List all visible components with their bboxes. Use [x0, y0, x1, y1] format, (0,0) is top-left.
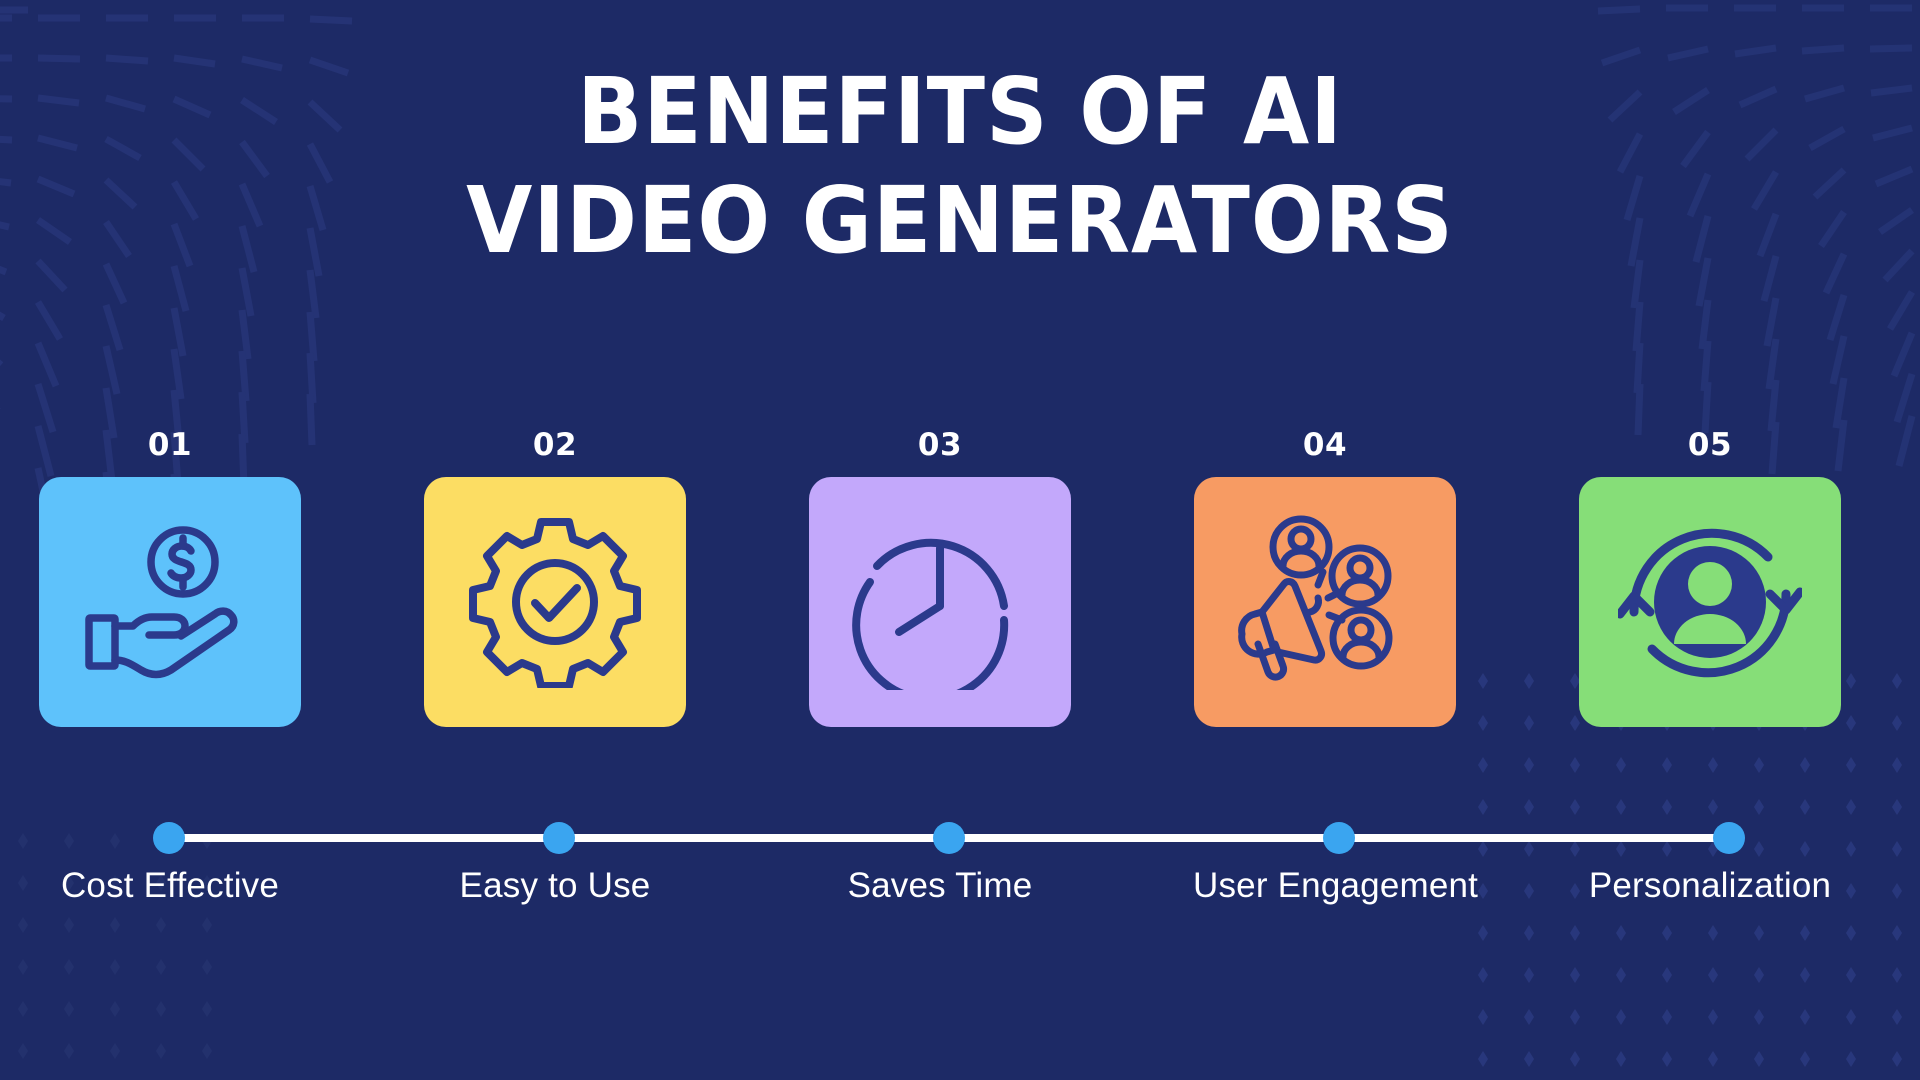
timeline-dot-4[interactable]: [1323, 822, 1355, 854]
clock-icon: [852, 538, 1009, 690]
benefit-card-2[interactable]: [424, 477, 686, 727]
gear-check-icon: [469, 518, 641, 688]
step-number-5: 05: [1687, 427, 1733, 463]
title-line-2: VIDEO GENERATORS: [466, 166, 1454, 274]
timeline-dot-2[interactable]: [543, 822, 575, 854]
dot-grid-pattern-bottomleft: [0, 820, 230, 1080]
timeline-dot-5[interactable]: [1713, 822, 1745, 854]
benefit-labels-row: Cost Effective Easy to Use Saves Time Us…: [38, 866, 1882, 906]
step-number-3: 03: [917, 427, 963, 463]
benefit-label-4: User Engagement: [1193, 866, 1479, 905]
user-refresh-icon: [1618, 528, 1802, 678]
benefit-item-5[interactable]: 05: [1578, 430, 1842, 727]
benefit-card-1[interactable]: [39, 477, 301, 727]
megaphone-users-icon: [1238, 515, 1393, 681]
timeline-dot-3[interactable]: [933, 822, 965, 854]
benefit-label-5: Personalization: [1588, 866, 1832, 905]
timeline: [0, 822, 1920, 854]
step-number-2: 02: [532, 427, 578, 463]
benefit-item-4[interactable]: 04: [1193, 430, 1457, 727]
benefit-item-3[interactable]: 03: [808, 430, 1072, 727]
timeline-dot-1[interactable]: [153, 822, 185, 854]
benefit-card-4[interactable]: [1194, 477, 1456, 727]
benefit-cards-row: 01 02 03 04 05: [38, 430, 1882, 727]
benefit-label-1: Cost Effective: [60, 866, 280, 905]
page-title: BENEFITS OF AI VIDEO GENERATORS: [0, 58, 1920, 275]
title-line-1: BENEFITS OF AI: [577, 58, 1343, 165]
step-number-1: 01: [147, 427, 193, 463]
infographic-poster: BENEFITS OF AI VIDEO GENERATORS 01 02 03…: [0, 0, 1920, 1080]
benefit-card-3[interactable]: [809, 477, 1071, 727]
benefit-label-3: Saves Time: [847, 866, 1033, 905]
benefit-label-2: Easy to Use: [459, 866, 651, 905]
benefit-card-5[interactable]: [1579, 477, 1841, 727]
hand-holding-money-icon: [85, 526, 238, 679]
step-number-4: 04: [1302, 427, 1348, 463]
benefit-item-2[interactable]: 02: [423, 430, 687, 727]
benefit-item-1[interactable]: 01: [38, 430, 302, 727]
